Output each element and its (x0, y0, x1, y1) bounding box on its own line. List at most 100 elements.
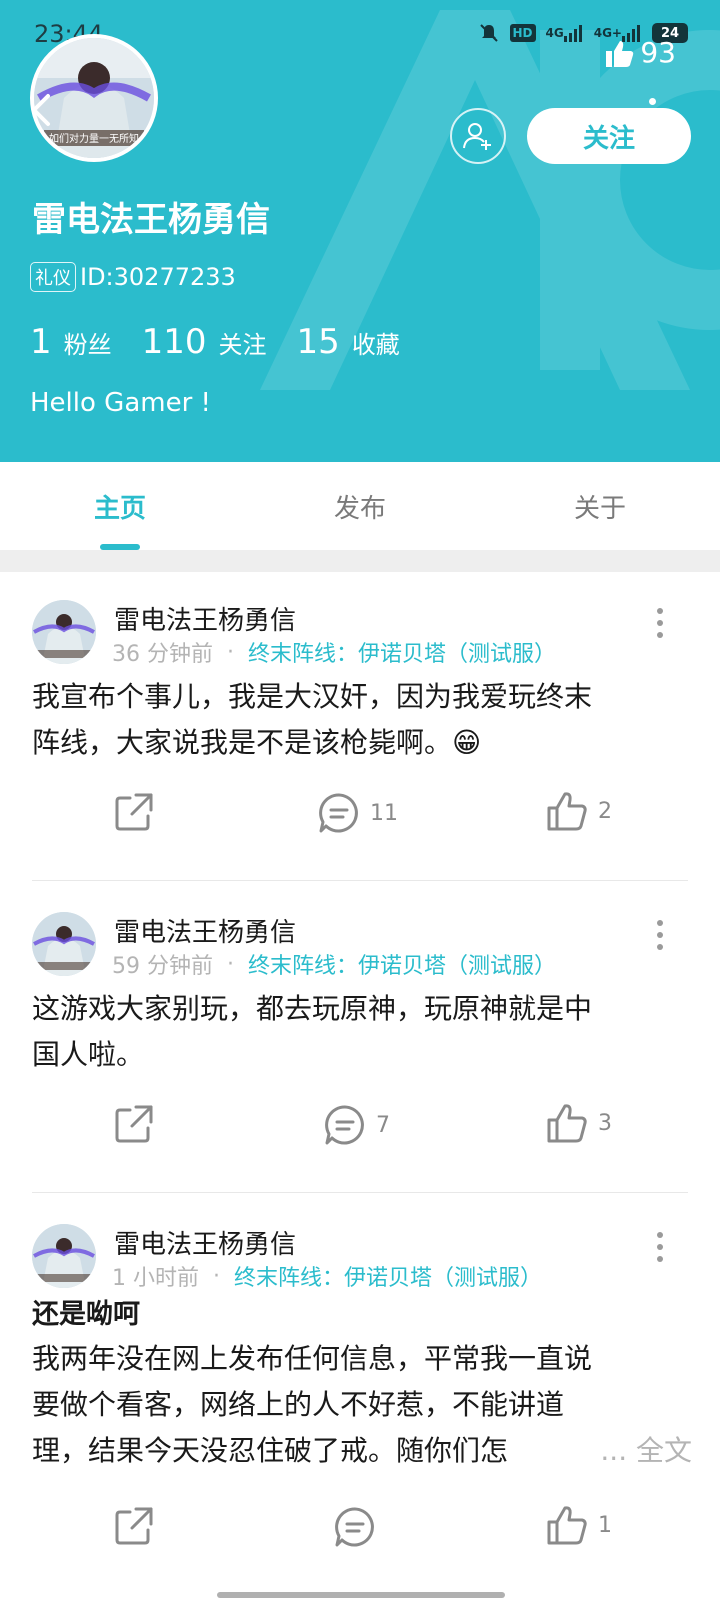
post-avatar[interactable] (32, 912, 96, 976)
post-meta: 1 小时前 · 终末阵线：伊诺贝塔（测试服） (112, 1260, 542, 1292)
tab-label: 主页 (93, 493, 146, 524)
post-body-line: 我两年没在网上发布任何信息，平常我一直说 (32, 1342, 593, 1375)
follow-button[interactable]: 关注 (527, 108, 691, 164)
more-options-icon[interactable] (656, 608, 664, 638)
tab-home[interactable]: 主页 (0, 462, 240, 550)
back-arrow-icon[interactable] (28, 92, 56, 128)
like-count: 2 (598, 798, 612, 824)
post-time: 59 分钟前 (112, 954, 213, 979)
comment-icon (319, 793, 358, 833)
meta-separator: · (227, 639, 234, 665)
post-author[interactable]: 雷电法王杨勇信 (114, 1224, 296, 1261)
post-avatar[interactable] (32, 1224, 96, 1288)
add-user-icon (463, 123, 491, 150)
like-button[interactable]: 2 (546, 790, 612, 832)
post-body-line: 要做个看客，网络上的人不好惹，不能讲道 (32, 1388, 565, 1421)
post-body[interactable]: 我两年没在网上发布任何信息，平常我一直说 要做个看客，网络上的人不好惹，不能讲道… (32, 1336, 692, 1474)
post-body-line: 我宣布个事儿，我是大汉奸，因为我爱玩终末 (32, 680, 593, 713)
expand-full-text-link[interactable]: ... 全文 (600, 1428, 692, 1474)
profile-header: 23:44 HD 4G 4G+ 24 如们对力量一无所知 93 关注 雷电法王杨… (0, 0, 720, 462)
feed-post[interactable]: 雷电法王杨勇信 1 小时前 · 终末阵线：伊诺贝塔（测试服） 还是呦呵 我两年没… (0, 1196, 720, 1600)
overflow-dot-icon[interactable] (649, 98, 656, 105)
post-actions: 11 2 (0, 782, 720, 842)
stat-following[interactable]: 110 关注 (142, 322, 267, 362)
post-title[interactable]: 还是呦呵 (32, 1292, 140, 1331)
post-body[interactable]: 我宣布个事儿，我是大汉奸，因为我爱玩终末 阵线，大家说我是不是该枪毙啊。😁 (32, 674, 692, 766)
avatar-caption: 如们对力量一无所知 (49, 132, 139, 145)
comment-count: 11 (370, 800, 398, 826)
tab-posts[interactable]: 发布 (240, 462, 480, 550)
hd-icon: HD (509, 24, 536, 42)
avatar-image (32, 600, 96, 664)
profile-stats: 1 粉丝 110 关注 15 收藏 (30, 322, 400, 362)
feed-post[interactable]: 雷电法王杨勇信 59 分钟前 · 终末阵线：伊诺贝塔（测试服） 这游戏大家别玩，… (0, 884, 720, 1194)
profile-screen: 23:44 HD 4G 4G+ 24 如们对力量一无所知 93 关注 雷电法王杨… (0, 0, 720, 1600)
post-author[interactable]: 雷电法王杨勇信 (114, 600, 296, 637)
more-options-icon[interactable] (656, 920, 664, 950)
signal-4g-icon: 4G (546, 22, 584, 44)
like-count: 3 (598, 1110, 612, 1136)
avatar-image (32, 912, 96, 976)
comment-button[interactable]: 11 (318, 792, 398, 834)
like-count: 1 (598, 1512, 612, 1538)
profile-name: 雷电法王杨勇信 (32, 200, 270, 240)
home-indicator[interactable] (217, 1592, 505, 1598)
post-meta: 59 分钟前 · 终末阵线：伊诺贝塔（测试服） (112, 948, 556, 980)
post-meta: 36 分钟前 · 终末阵线：伊诺贝塔（测试服） (112, 636, 556, 668)
post-body[interactable]: 这游戏大家别玩，都去玩原神，玩原神就是中 国人啦。 (32, 986, 692, 1078)
post-actions: 1 (0, 1496, 720, 1556)
profile-tabs: 主页 发布 关于 (0, 462, 720, 550)
post-avatar[interactable] (32, 600, 96, 664)
comment-button[interactable] (334, 1506, 386, 1548)
add-friend-button[interactable] (450, 108, 506, 164)
post-source-link[interactable]: 终末阵线：伊诺贝塔（测试服） (234, 1260, 542, 1292)
stat-value: 110 (141, 322, 207, 362)
stat-label: 收藏 (351, 331, 400, 359)
share-button[interactable] (114, 792, 154, 832)
likes-count: 93 (640, 36, 676, 69)
like-button[interactable]: 1 (546, 1504, 612, 1546)
comment-count: 7 (376, 1112, 390, 1138)
likes-counter: 93 (604, 36, 676, 69)
share-icon (115, 1105, 153, 1143)
tab-label: 发布 (333, 493, 386, 524)
thumbs-up-icon (547, 1104, 587, 1143)
meta-separator: · (213, 1263, 220, 1289)
mute-bell-icon (479, 24, 498, 42)
meta-separator: · (227, 951, 234, 977)
comment-icon (335, 1507, 374, 1547)
post-author[interactable]: 雷电法王杨勇信 (114, 912, 296, 949)
tab-about[interactable]: 关于 (480, 462, 720, 550)
thumbs-up-icon (606, 40, 634, 67)
thumbs-up-icon (547, 1506, 587, 1545)
post-source-link[interactable]: 终末阵线：伊诺贝塔（测试服） (248, 636, 556, 668)
post-source-link[interactable]: 终末阵线：伊诺贝塔（测试服） (248, 948, 556, 980)
stat-value: 15 (296, 322, 340, 362)
post-actions: 7 3 (0, 1094, 720, 1154)
feed-post[interactable]: 雷电法王杨勇信 36 分钟前 · 终末阵线：伊诺贝塔（测试服） 我宣布个事儿，我… (0, 572, 720, 882)
post-time: 36 分钟前 (112, 642, 213, 667)
etiquette-badge: 礼仪 (30, 262, 76, 292)
stat-label: 粉丝 (63, 331, 112, 359)
more-options-icon[interactable] (656, 1232, 664, 1262)
stat-followers[interactable]: 1 粉丝 (30, 322, 112, 362)
comment-icon (325, 1105, 364, 1145)
share-icon (115, 793, 153, 831)
post-divider (32, 1192, 688, 1193)
post-divider (32, 880, 688, 881)
section-divider (0, 550, 720, 572)
share-button[interactable] (114, 1506, 154, 1546)
post-body-line: 国人啦。 (32, 1038, 145, 1071)
post-body-last-line: 理，结果今天没忍住破了戒。随你们怎 ... 全文 (32, 1428, 692, 1474)
post-body-line: 理，结果今天没忍住破了戒。随你们怎 (32, 1434, 509, 1467)
like-button[interactable]: 3 (546, 1102, 612, 1144)
stat-favorites[interactable]: 15 收藏 (297, 322, 400, 362)
avatar-image (32, 1224, 96, 1288)
share-button[interactable] (114, 1104, 154, 1144)
stat-value: 1 (30, 322, 52, 362)
comment-button[interactable]: 7 (324, 1104, 390, 1146)
post-body-line: 阵线，大家说我是不是该枪毙啊。😁 (32, 726, 482, 759)
signal-4g-label: 4G (545, 26, 564, 40)
thumbs-up-icon (547, 792, 587, 831)
post-time: 1 小时前 (112, 1266, 199, 1291)
